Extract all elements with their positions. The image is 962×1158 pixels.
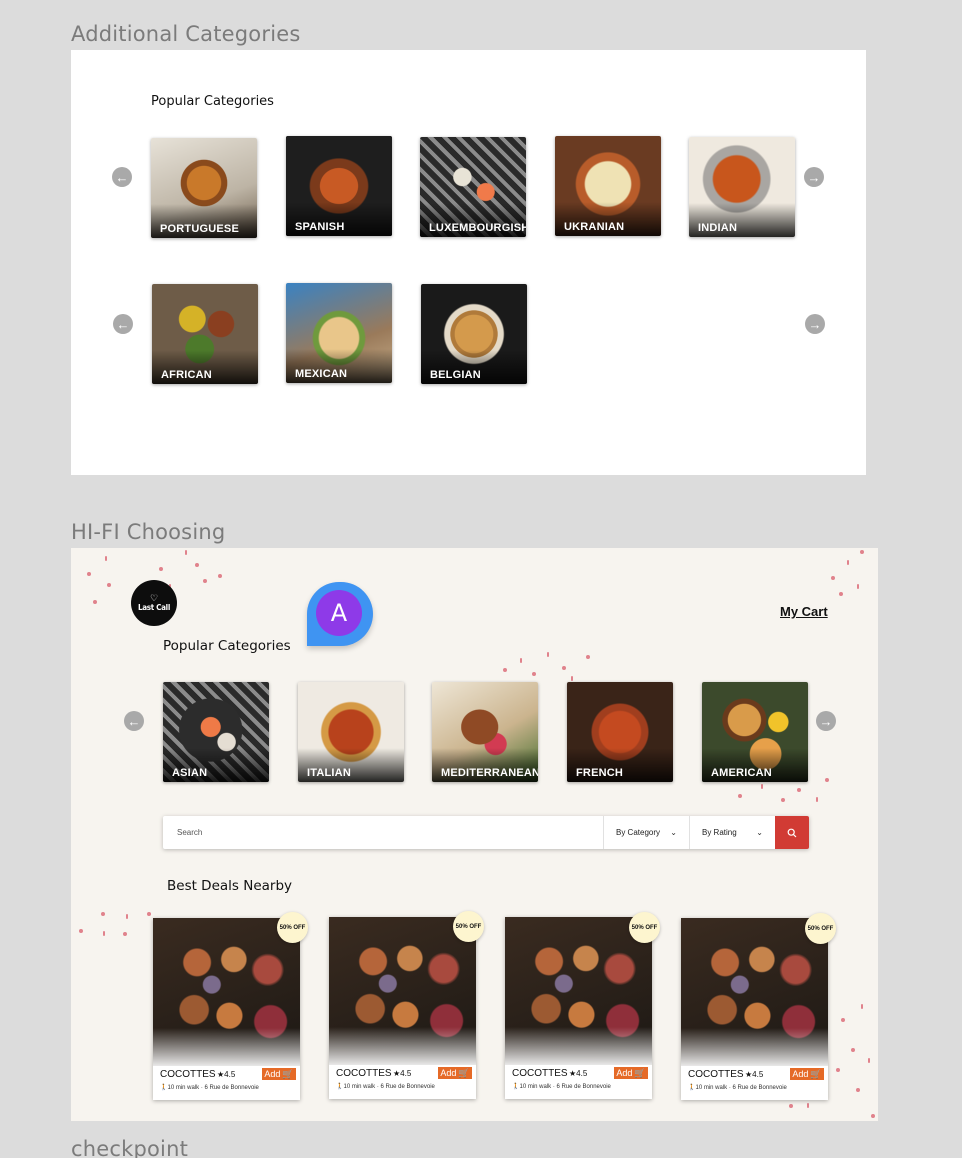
category-label: UKRANIAN [564,221,625,233]
deal-card[interactable]: COCOTTES ★4.5 Add 🛒 🚶10 min walk · 6 Rue de … [681,918,828,1100]
deal-name: COCOTTES [512,1068,568,1079]
arrow-right-icon: → [807,169,821,185]
carousel-next-button[interactable]: → [804,167,824,187]
arrow-right-icon: → [819,713,833,729]
discount-badge: 50% OFF [629,912,660,943]
search-input[interactable] [163,816,603,849]
popular-categories-heading: Popular Categories [163,638,291,654]
chevron-down-icon: ⌄ [670,828,677,837]
category-tile-ukranian[interactable]: UKRANIAN [555,136,661,236]
add-label: Add [264,1069,281,1079]
category-label: ASIAN [172,767,208,779]
discount-badge: 50% OFF [805,913,836,944]
carousel-prev-button-row2[interactable]: ← [113,314,133,334]
category-filter-dropdown[interactable]: By Category ⌄ [603,816,689,849]
category-tile-indian[interactable]: INDIAN [689,137,795,237]
category-tile-italian[interactable]: ITALIAN [298,682,404,782]
category-label: LUXEMBOURGISH [429,222,526,234]
category-tile-mexican[interactable]: MEXICAN [286,283,392,383]
carousel-prev-button[interactable]: ← [112,167,132,187]
search-button[interactable] [775,816,809,849]
carousel-next-button[interactable]: → [816,711,836,731]
add-to-cart-button[interactable]: Add 🛒 [790,1068,824,1080]
deal-rating: ★4.5 [569,1069,588,1078]
add-to-cart-button[interactable]: Add 🛒 [262,1068,296,1080]
category-tile-french[interactable]: FRENCH [567,682,673,782]
deal-meta-text: 10 min walk · 6 Rue de Bonnevoie [167,1085,259,1091]
add-label: Add [440,1068,457,1078]
category-label: FRENCH [576,767,624,779]
frame-label-additional-categories: Additional Categories [71,22,301,46]
deal-rating: ★4.5 [217,1070,236,1079]
discount-badge: 50% OFF [453,911,484,942]
hifi-choosing-frame: ♡ Last Call A My Cart Popular Categories… [71,548,878,1121]
deal-name: COCOTTES [688,1069,744,1080]
popular-categories-heading: Popular Categories [151,94,274,109]
add-to-cart-button[interactable]: Add 🛒 [438,1067,472,1079]
logo-text: Last Call [137,603,171,612]
search-icon [787,828,797,837]
deal-meta: 🚶10 min walk · 6 Rue de Bonnevoie [160,1084,259,1091]
deal-rating: ★4.5 [745,1070,764,1079]
category-label: AMERICAN [711,767,772,779]
cart-icon: 🛒 [282,1068,294,1079]
category-tile-portuguese[interactable]: PORTUGUESE [151,138,257,238]
category-label: ITALIAN [307,767,351,779]
discount-badge: 50% OFF [277,912,308,943]
category-tile-luxembourgish[interactable]: LUXEMBOURGISH [420,137,526,237]
additional-categories-frame: Popular Categories ← → PORTUGUESE SPANIS… [71,50,866,475]
chevron-down-icon: ⌄ [756,828,763,837]
rating-filter-dropdown[interactable]: By Rating ⌄ [689,816,775,849]
my-cart-link[interactable]: My Cart [780,604,828,619]
avatar: A [316,590,362,636]
category-tile-mediterranean[interactable]: MEDITERRANEAN [432,682,538,782]
deal-card[interactable]: COCOTTES ★4.5 Add 🛒 🚶10 min walk · 6 Rue de … [505,917,652,1099]
add-label: Add [616,1068,633,1078]
category-tile-spanish[interactable]: SPANISH [286,136,392,236]
category-filter-label: By Category [616,828,661,837]
arrow-left-icon: ← [116,316,130,332]
arrow-left-icon: ← [127,713,141,729]
category-label: MEDITERRANEAN [441,767,538,779]
rating-filter-label: By Rating [702,828,737,837]
carousel-next-button-row2[interactable]: → [805,314,825,334]
last-call-logo[interactable]: ♡ Last Call [131,580,177,626]
arrow-right-icon: → [808,316,822,332]
cart-icon: 🛒 [458,1067,470,1078]
category-tile-asian[interactable]: ASIAN [163,682,269,782]
heart-icon: ♡ [149,593,159,603]
deal-name: COCOTTES [160,1069,216,1080]
deal-meta-text: 10 min walk · 6 Rue de Bonnevoie [343,1084,435,1090]
category-label: SPANISH [295,221,345,233]
frame-label-checkpoint: checkpoint [71,1137,189,1158]
deal-name: COCOTTES [336,1068,392,1079]
arrow-left-icon: ← [115,169,129,185]
deal-meta: 🚶10 min walk · 6 Rue de Bonnevoie [512,1083,611,1090]
category-tile-belgian[interactable]: BELGIAN [421,284,527,384]
deal-meta: 🚶10 min walk · 6 Rue de Bonnevoie [688,1084,787,1091]
deal-meta: 🚶10 min walk · 6 Rue de Bonnevoie [336,1083,435,1090]
cart-icon: 🛒 [810,1068,822,1079]
deal-meta-text: 10 min walk · 6 Rue de Bonnevoie [519,1084,611,1090]
cart-icon: 🛒 [634,1067,646,1078]
carousel-prev-button[interactable]: ← [124,711,144,731]
category-label: PORTUGUESE [160,223,240,235]
category-label: INDIAN [698,222,738,234]
add-label: Add [792,1069,809,1079]
frame-label-hifi-choosing: HI-FI Choosing [71,520,226,544]
category-tile-american[interactable]: AMERICAN [702,682,808,782]
category-label: AFRICAN [161,369,212,381]
deal-meta-text: 10 min walk · 6 Rue de Bonnevoie [695,1085,787,1091]
category-tile-african[interactable]: AFRICAN [152,284,258,384]
deal-rating: ★4.5 [393,1069,412,1078]
add-to-cart-button[interactable]: Add 🛒 [614,1067,648,1079]
category-label: MEXICAN [295,368,348,380]
deal-card[interactable]: COCOTTES ★4.5 Add 🛒 🚶10 min walk · 6 Rue de … [329,917,476,1099]
deal-card[interactable]: COCOTTES ★4.5 Add 🛒 🚶10 min walk · 6 Rue de … [153,918,300,1100]
avatar-badge[interactable]: A [307,582,373,646]
search-bar: By Category ⌄ By Rating ⌄ [163,816,809,849]
best-deals-heading: Best Deals Nearby [167,878,293,894]
category-label: BELGIAN [430,369,481,381]
